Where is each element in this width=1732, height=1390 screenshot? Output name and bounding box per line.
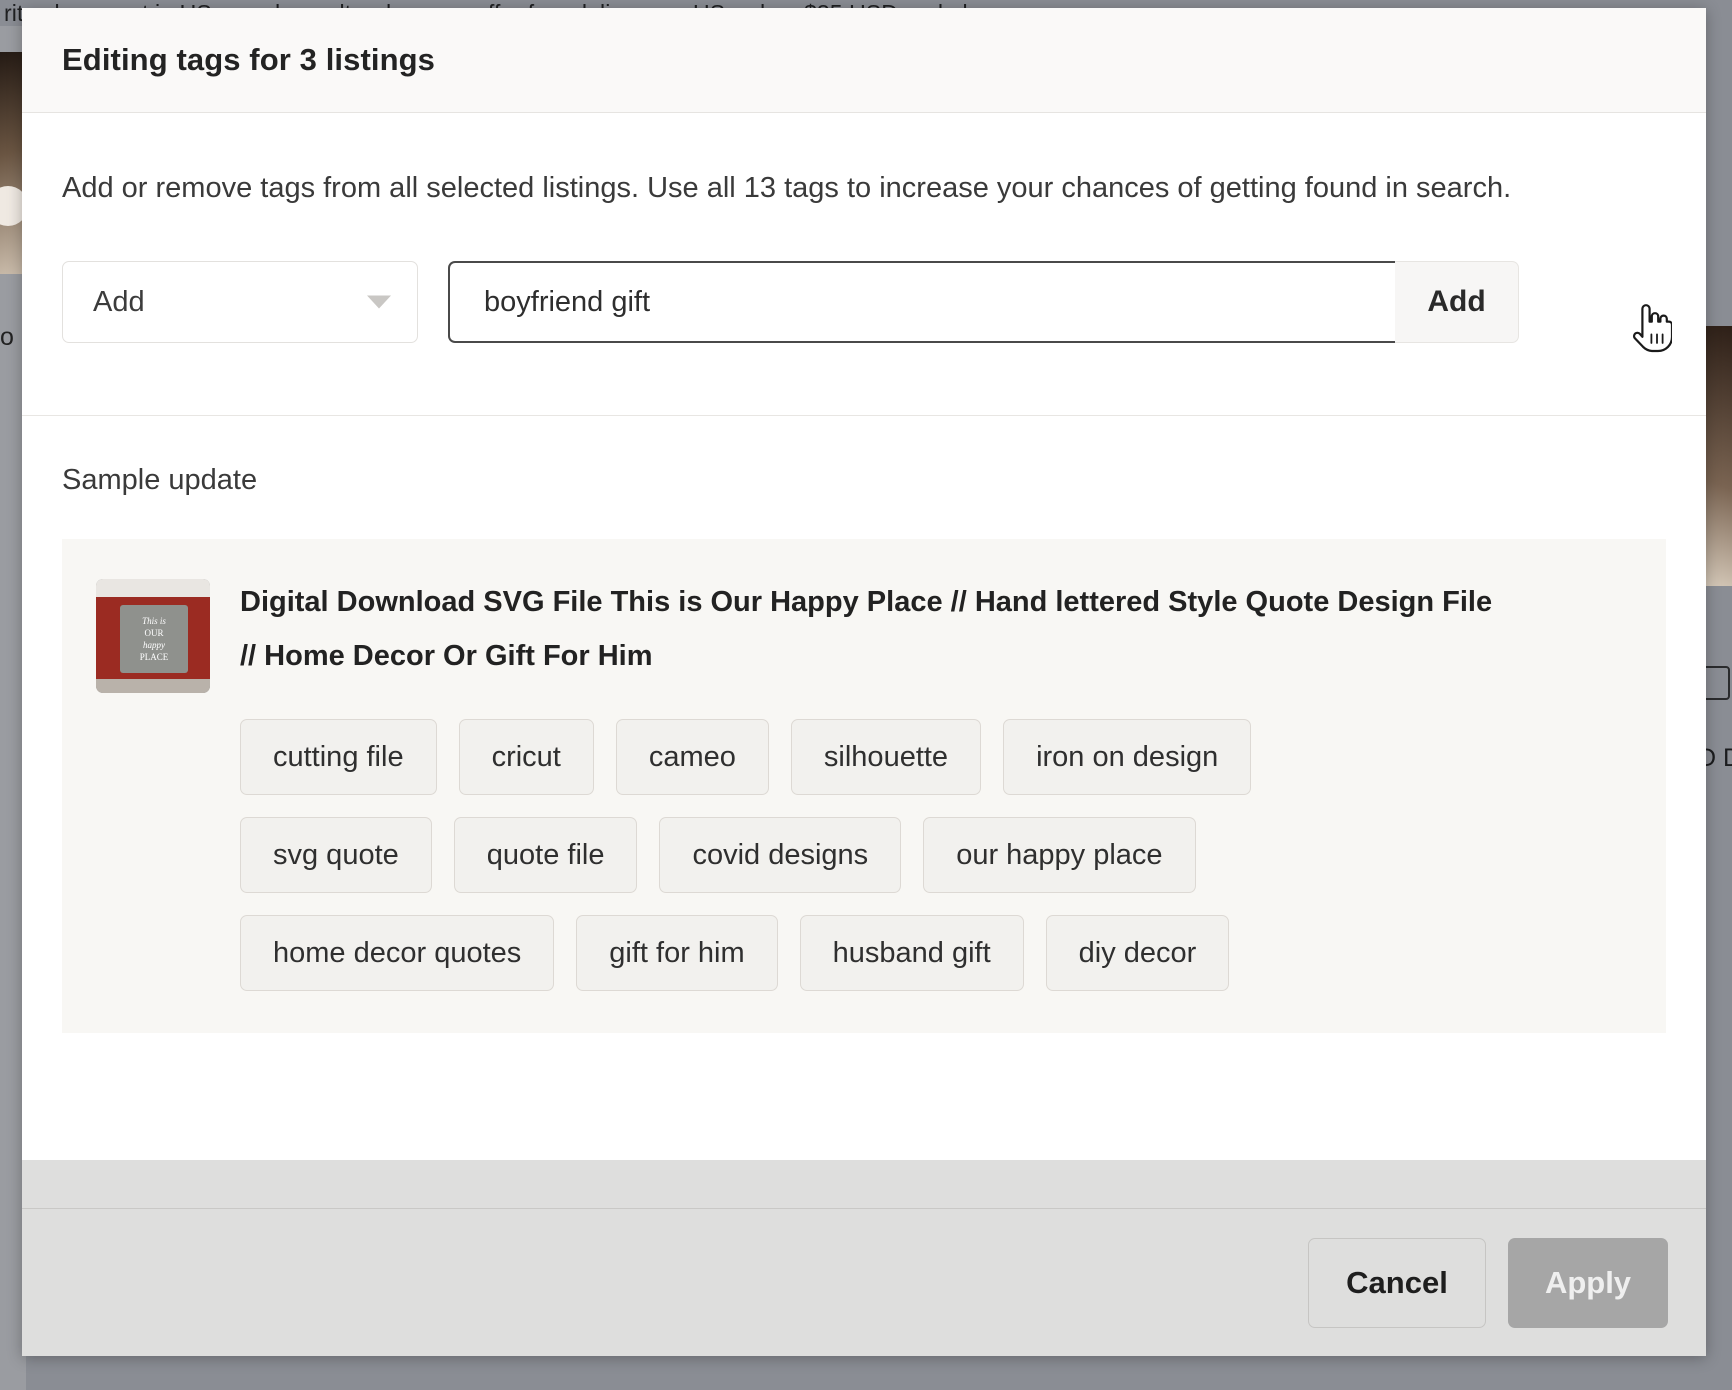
sample-listing-header: This is OUR happy PLACE Digital Download… [96, 575, 1632, 693]
pillow-line-1: This is [142, 616, 166, 626]
chevron-down-icon [367, 295, 391, 309]
listing-tag-chip[interactable]: gift for him [576, 915, 778, 991]
thumbnail-floor [96, 679, 210, 693]
dialog-header: Editing tags for 3 listings [22, 8, 1706, 113]
listing-thumbnail: This is OUR happy PLACE [96, 579, 210, 693]
listing-tag-chip[interactable]: covid designs [659, 817, 902, 893]
pillow-line-2: OUR [144, 628, 164, 639]
add-tag-button[interactable]: Add [1395, 261, 1519, 343]
dialog-title: Editing tags for 3 listings [62, 42, 436, 77]
cancel-button[interactable]: Cancel [1308, 1237, 1486, 1328]
listing-tag-chip[interactable]: diy decor [1045, 915, 1230, 991]
dialog-body: Add or remove tags from all selected lis… [22, 113, 1706, 1160]
footer-spacer [22, 1160, 1706, 1208]
tag-entry-group: Add [448, 261, 1519, 343]
listing-tag-list: cutting file cricut cameo silhouette iron on… [96, 719, 1632, 991]
apply-button[interactable]: Apply [1508, 1237, 1668, 1328]
screen: rity placement in US search results when… [0, 0, 1732, 1390]
listing-tag-chip[interactable]: cricut [458, 719, 594, 795]
edit-tags-dialog: Editing tags for 3 listings Add or remov… [22, 8, 1706, 1356]
tag-input[interactable] [448, 261, 1395, 343]
pillow-line-4: PLACE [139, 652, 169, 663]
tag-controls-row: Add Add [22, 215, 1706, 343]
pillow-line-3: happy [143, 640, 165, 651]
listing-tag-row: home decor quotes gift for him husband gif… [240, 915, 1632, 991]
sample-listing-card: This is OUR happy PLACE Digital Download… [62, 539, 1666, 1033]
listing-tag-chip[interactable]: home decor quotes [240, 915, 555, 991]
sample-update-label: Sample update [62, 464, 258, 496]
listing-tag-chip[interactable]: svg quote [240, 817, 432, 893]
listing-tag-chip[interactable]: cutting file [240, 719, 437, 795]
listing-tag-chip[interactable]: iron on design [1003, 719, 1252, 795]
intro-text: Add or remove tags from all selected lis… [62, 172, 1512, 204]
tag-mode-value: Add [93, 285, 145, 318]
tag-mode-select[interactable]: Add [62, 261, 418, 343]
listing-tag-chip[interactable]: quote file [453, 817, 638, 893]
dialog-footer: Cancel Apply [22, 1208, 1706, 1356]
listing-tag-row: svg quote quote file covid designs our happ… [240, 817, 1632, 893]
listing-tag-chip[interactable]: cameo [615, 719, 769, 795]
intro-section: Add or remove tags from all selected lis… [22, 113, 1706, 215]
listing-title: Digital Download SVG File This is Our Ha… [240, 586, 1493, 672]
listing-tag-chip[interactable]: silhouette [790, 719, 982, 795]
thumbnail-pillow: This is OUR happy PLACE [120, 605, 188, 673]
listing-tag-chip[interactable]: our happy place [923, 817, 1196, 893]
listing-tag-row: cutting file cricut cameo silhouette iron on… [240, 719, 1632, 795]
listing-tag-chip[interactable]: husband gift [799, 915, 1024, 991]
